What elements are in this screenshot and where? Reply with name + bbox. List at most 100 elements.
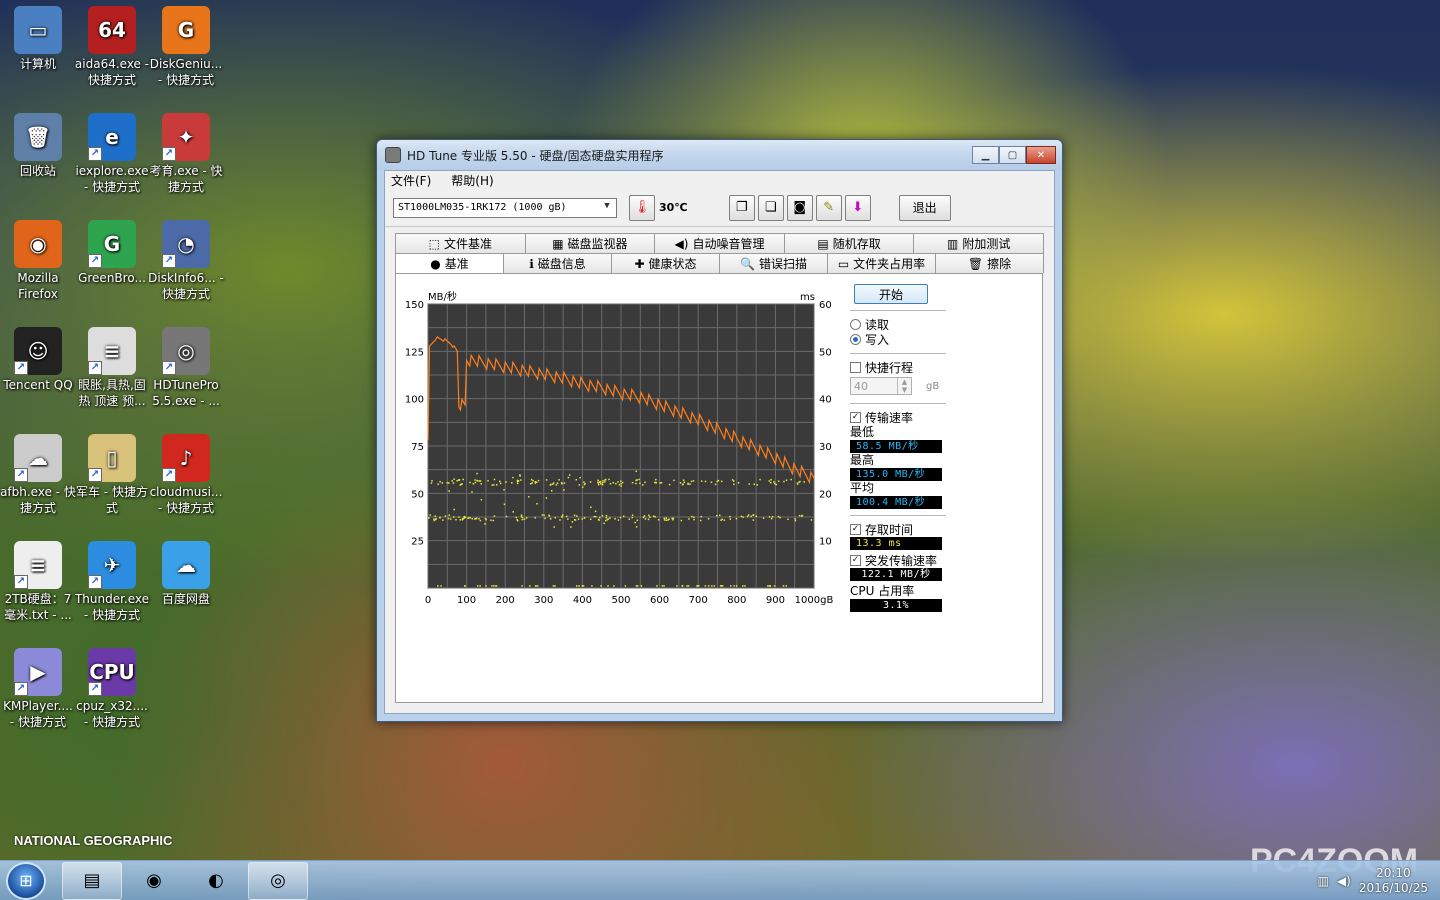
access-time-point <box>740 515 743 518</box>
copy-all-button[interactable]: ❏ <box>757 194 784 221</box>
desktop-icon[interactable]: e ↗ iexplore.exe - 快捷方式 <box>74 113 150 195</box>
desktop-icon[interactable]: ◉ Mozilla Firefox <box>0 220 76 302</box>
minimize-button[interactable]: ▁ <box>972 146 999 164</box>
desktop-icon[interactable]: ≡ ↗ 2TB硬盘：7毫米.txt - ... <box>0 541 76 623</box>
desktop-icon[interactable]: ▭ 计算机 <box>0 6 76 72</box>
short-stroke-checkbox[interactable] <box>850 362 861 373</box>
access-time-point <box>775 483 777 486</box>
write-radio[interactable] <box>850 334 861 345</box>
eye-app-taskbar[interactable]: ◉ <box>124 862 184 900</box>
access-time-point <box>437 483 439 485</box>
clock-time: 20:10 <box>1376 865 1411 880</box>
divider <box>850 515 946 516</box>
screenshot-button[interactable]: ◙ <box>786 194 813 221</box>
clock[interactable]: 20:10 2016/10/25 <box>1359 866 1428 896</box>
explorer-taskbar[interactable]: ▤ <box>62 861 122 900</box>
tab[interactable]: 🗑 擦除 <box>935 253 1044 273</box>
title-bar[interactable]: HD Tune 专业版 5.50 - 硬盘/固态硬盘实用程序 ▁ ▢ ✕ <box>377 140 1062 170</box>
access-time-point <box>654 481 657 484</box>
access-time-point <box>499 482 502 485</box>
hdtune-taskbar[interactable]: ◎ <box>248 861 308 900</box>
short-stroke-option[interactable]: 快捷行程 <box>850 360 948 375</box>
access-time-point <box>600 585 602 587</box>
read-option[interactable]: 读取 <box>850 317 948 332</box>
transfer-rate-checkbox[interactable]: ✓ <box>850 412 861 423</box>
tab[interactable]: ▦ 磁盘监视器 <box>524 233 656 253</box>
temperature-button[interactable]: 🌡 <box>629 194 655 221</box>
access-time-point <box>461 483 463 485</box>
divider <box>850 353 946 354</box>
read-radio[interactable] <box>850 319 861 330</box>
maximize-button[interactable]: ▢ <box>999 146 1026 164</box>
desktop-icon[interactable]: ✦ ↗ 考育.exe - 快捷方式 <box>148 113 224 195</box>
access-time-point <box>759 478 761 481</box>
access-time-point <box>602 480 604 482</box>
access-time-point <box>556 482 559 484</box>
burst-rate-checkbox[interactable]: ✓ <box>850 555 861 566</box>
tab[interactable]: ⬚ 文件基准 <box>395 233 526 253</box>
desktop-icon[interactable]: G DiskGeniu... - 快捷方式 <box>148 6 224 88</box>
desktop-icon[interactable]: ◎ ↗ HDTunePro 5.5.exe - ... <box>148 327 224 409</box>
close-button[interactable]: ✕ <box>1026 146 1056 164</box>
desktop-icon[interactable]: ▯ ↗ 军车 - 快捷方式 <box>74 434 150 516</box>
tab[interactable]: ● 基准 <box>395 253 504 273</box>
access-time-option[interactable]: ✓ 存取时间 <box>850 522 948 537</box>
options-button[interactable]: ✎ <box>815 194 842 221</box>
access-time-point <box>605 514 608 517</box>
desktop-icon[interactable]: ≡ ↗ 眼胀,具热,固热 顶速 预... <box>74 327 150 409</box>
desktop-icon[interactable]: ☺ ↗ Tencent QQ <box>0 327 76 393</box>
access-time-point <box>735 517 738 520</box>
write-option[interactable]: 写入 <box>850 332 948 347</box>
access-time-point <box>545 479 548 481</box>
volume-icon[interactable]: ◀) <box>1337 874 1351 888</box>
access-time-checkbox[interactable]: ✓ <box>850 524 861 535</box>
desktop-icon[interactable]: 🗑 回收站 <box>0 113 76 179</box>
desktop-icon[interactable]: 64 aida64.exe - 快捷方式 <box>74 6 150 88</box>
desktop-icon[interactable]: CPU ↗ cpuz_x32.... - 快捷方式 <box>74 648 150 730</box>
copy-icon: ❐ <box>735 200 748 215</box>
tab-icon: ▥ <box>946 236 959 251</box>
short-stroke-input[interactable]: 40 ▲ ▼ <box>850 377 912 395</box>
desktop-icon[interactable]: ▶ ↗ KMPlayer.... - 快捷方式 <box>0 648 76 730</box>
access-time-point <box>676 585 678 587</box>
desktop-icon[interactable]: ♪ ↗ cloudmusi... - 快捷方式 <box>148 434 224 516</box>
access-time-point <box>551 483 554 485</box>
access-time-point <box>561 514 564 516</box>
desktop-icon[interactable]: ☁ ↗ afbh.exe - 快捷方式 <box>0 434 76 516</box>
menu-help[interactable]: 帮助(H) <box>451 172 493 189</box>
network-icon[interactable]: ▥ <box>1318 874 1329 888</box>
start-button-orb[interactable]: ⊞ <box>6 861 46 900</box>
tab[interactable]: ✚ 健康状态 <box>611 253 720 273</box>
access-time-point <box>810 519 813 521</box>
access-time-point <box>479 519 482 522</box>
tab[interactable]: 🔍 错误扫描 <box>719 253 828 273</box>
spin-arrows-icon[interactable]: ▲ ▼ <box>897 378 911 394</box>
app-icon: ☺ ↗ <box>14 327 62 375</box>
tab[interactable]: ▥ 附加测试 <box>913 233 1044 253</box>
menu-file[interactable]: 文件(F) <box>391 172 431 189</box>
burst-rate-option[interactable]: ✓ 突发传输速率 <box>850 553 948 568</box>
tab[interactable]: ℹ 磁盘信息 <box>503 253 612 273</box>
x-tick-label: 300 <box>534 595 553 606</box>
tab[interactable]: ◀) 自动噪音管理 <box>654 233 785 253</box>
desktop-icon[interactable]: ✈ ↗ Thunder.exe - 快捷方式 <box>74 541 150 623</box>
desktop-icon[interactable]: G ↗ GreenBro... <box>74 220 150 286</box>
desktop-icon[interactable]: ☁ 百度网盘 <box>148 541 224 607</box>
cpu-usage-label: CPU 占用率 <box>850 584 915 598</box>
start-button[interactable]: 开始 <box>854 284 928 304</box>
tab[interactable]: ▭ 文件夹占用率 <box>827 253 936 273</box>
tab[interactable]: ▤ 随机存取 <box>783 233 915 253</box>
firefox-taskbar[interactable]: ◐ <box>186 862 246 900</box>
transfer-rate-option[interactable]: ✓ 传输速率 <box>850 410 948 425</box>
copy-info-button[interactable]: ❐ <box>728 194 755 221</box>
access-time-point <box>477 480 479 482</box>
tab-label: 文件夹占用率 <box>853 257 926 271</box>
access-time-point <box>689 483 691 485</box>
access-time-point <box>575 585 578 587</box>
desktop-icon[interactable]: ◔ ↗ DiskInfo6... - 快捷方式 <box>148 220 224 302</box>
exit-button[interactable]: 退出 <box>898 194 951 221</box>
access-time-point <box>729 518 732 520</box>
drive-select[interactable]: ST1000LM035-1RK172 (1000 gB) ▼ <box>393 197 617 218</box>
save-button[interactable]: ⬇ <box>844 194 871 221</box>
access-time-point <box>492 519 495 522</box>
